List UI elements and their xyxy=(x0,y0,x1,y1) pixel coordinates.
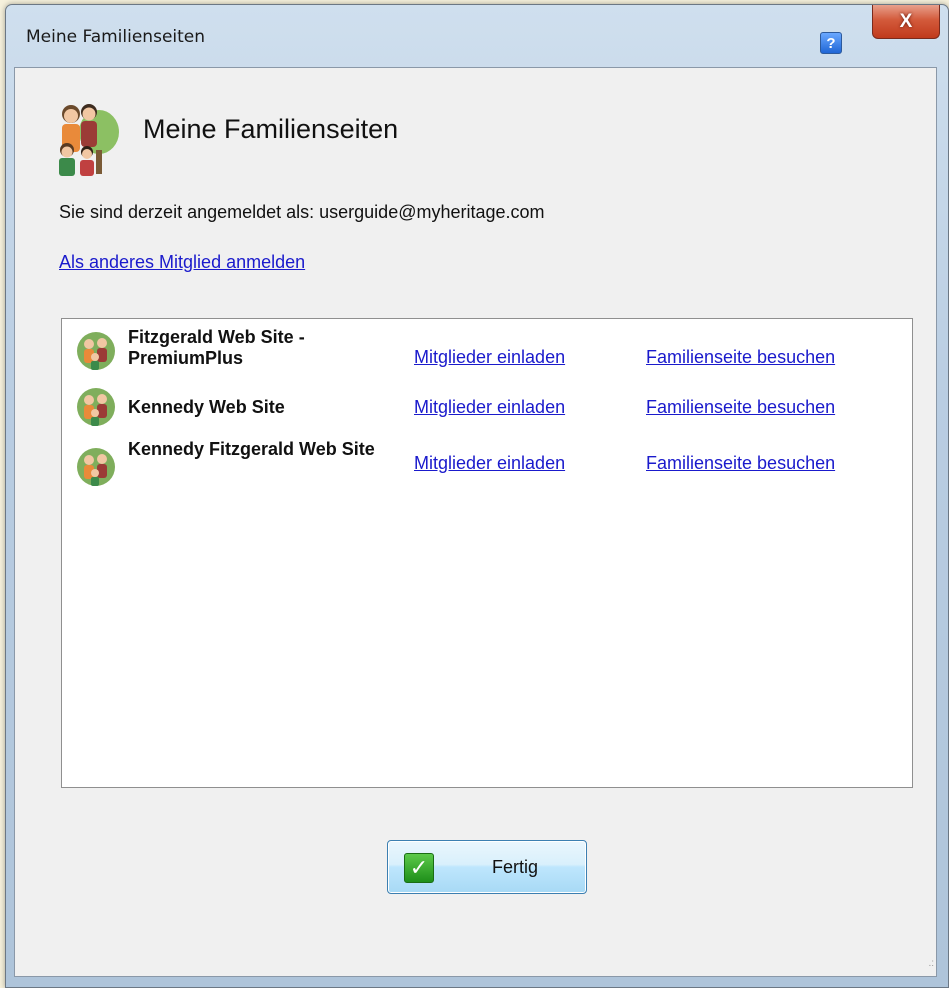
visit-site-link[interactable]: Familienseite besuchen xyxy=(646,347,835,368)
site-name: Kennedy Fitzgerald Web Site xyxy=(128,439,375,459)
site-name: Kennedy Web Site xyxy=(128,397,285,417)
site-row: Fitzgerald Web Site - PremiumPlus Mitgli… xyxy=(62,325,912,375)
checkmark-icon: ✓ xyxy=(404,853,434,883)
switch-member-link[interactable]: Als anderes Mitglied anmelden xyxy=(59,252,305,273)
window-title: Meine Familienseiten xyxy=(26,27,206,47)
invite-members-link[interactable]: Mitglieder einladen xyxy=(414,397,565,418)
help-icon: ? xyxy=(826,34,836,52)
visit-site-link[interactable]: Familienseite besuchen xyxy=(646,397,835,418)
dialog-body: Meine Familienseiten Sie sind derzeit an… xyxy=(14,67,937,977)
title-bar[interactable]: Meine Familienseiten ? X xyxy=(6,5,948,67)
done-button-label: Fertig xyxy=(492,857,539,877)
done-button[interactable]: ✓ Fertig xyxy=(387,840,587,894)
family-icon xyxy=(59,104,119,176)
sites-list: Fitzgerald Web Site - PremiumPlus Mitgli… xyxy=(61,318,913,788)
close-button[interactable]: X xyxy=(872,5,940,39)
login-info: Sie sind derzeit angemeldet als: usergui… xyxy=(59,202,545,222)
help-button[interactable]: ? xyxy=(820,32,842,54)
resize-grip[interactable]: .: xyxy=(920,959,934,974)
family-site-icon xyxy=(77,388,115,426)
site-row: Kennedy Web Site Mitglieder einladen Fam… xyxy=(62,385,912,435)
dialog-window: Meine Familienseiten ? X Meine Familiens… xyxy=(5,4,949,988)
dialog-heading: Meine Familienseiten xyxy=(143,114,399,144)
family-site-icon xyxy=(77,332,115,370)
invite-members-link[interactable]: Mitglieder einladen xyxy=(414,453,565,474)
close-icon: X xyxy=(899,10,913,32)
site-name: Fitzgerald Web Site - PremiumPlus xyxy=(128,327,305,368)
site-row: Kennedy Fitzgerald Web Site Mitglieder e… xyxy=(62,435,912,486)
family-site-icon xyxy=(77,448,115,486)
invite-members-link[interactable]: Mitglieder einladen xyxy=(414,347,565,368)
visit-site-link[interactable]: Familienseite besuchen xyxy=(646,453,835,474)
